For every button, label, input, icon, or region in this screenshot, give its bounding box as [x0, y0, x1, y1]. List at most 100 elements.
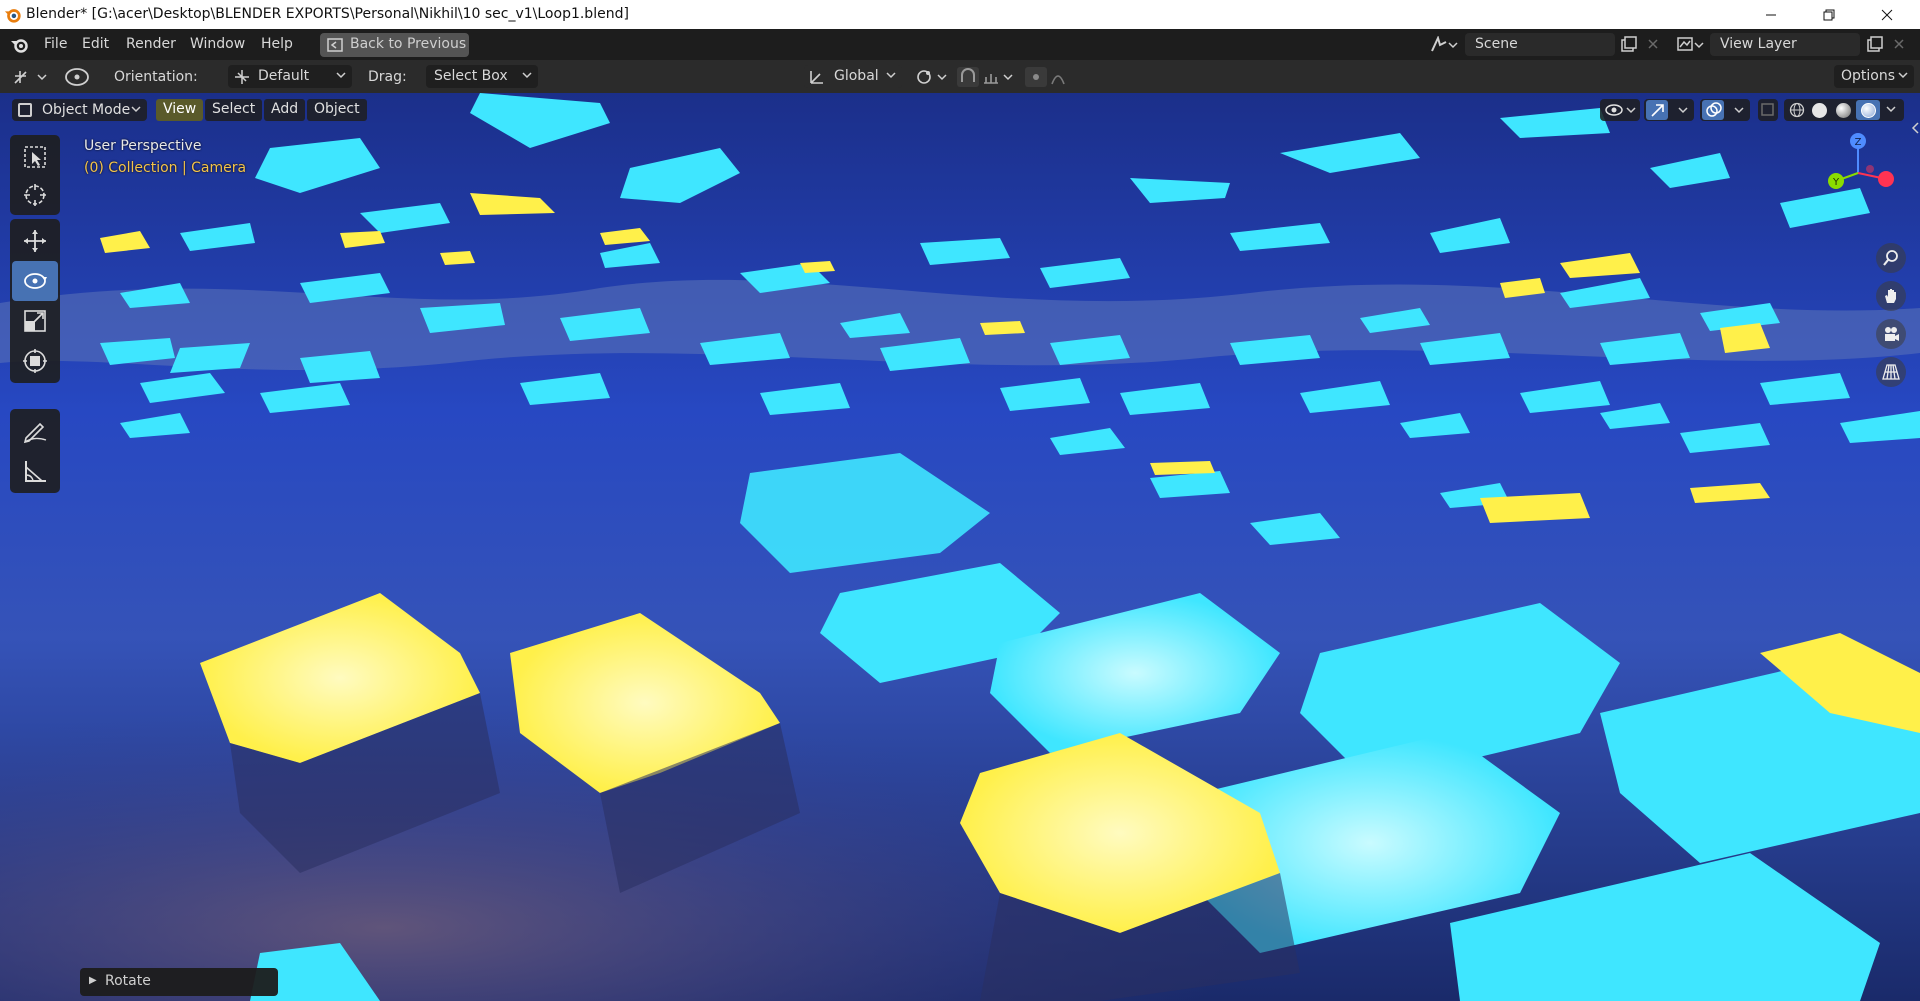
viewport-collection-label: (0) Collection | Camera [84, 160, 247, 176]
solid-shading-icon[interactable] [1812, 103, 1827, 118]
pivot-point-icon[interactable] [914, 67, 948, 87]
restore-button[interactable] [1806, 0, 1852, 29]
menu-window[interactable]: Window [190, 36, 245, 52]
close-icon [1881, 9, 1893, 20]
menu-file[interactable]: File [44, 36, 67, 52]
viewport-menu-view[interactable]: View [156, 99, 204, 121]
chevron-down-icon [522, 72, 532, 79]
viewport-menu-add[interactable]: Add [264, 99, 306, 121]
scale-icon [24, 310, 46, 332]
select-box-icon [24, 146, 46, 168]
last-operator-label: Rotate [105, 973, 151, 989]
editor-type-icon[interactable] [12, 68, 48, 86]
x-axis-handle[interactable] [1878, 171, 1894, 187]
options-dropdown[interactable]: Options [1834, 65, 1914, 88]
annotate-pencil-icon [23, 422, 47, 444]
3d-viewport[interactable]: Object Mode View Select Add Object User … [0, 93, 1920, 1001]
new-scene-icon[interactable] [1620, 36, 1638, 53]
chevron-down-icon [336, 72, 346, 79]
scene-selector-icon[interactable] [1430, 36, 1448, 53]
sidebar-expand-icon[interactable] [1910, 121, 1920, 135]
menu-render[interactable]: Render [126, 36, 176, 52]
global-axes-icon [810, 71, 823, 84]
scene-name: Scene [1475, 36, 1518, 52]
snap-toggle-icon[interactable] [956, 66, 980, 88]
orientation-dropdown[interactable]: Default [228, 65, 352, 88]
last-operator-panel[interactable]: ▶ Rotate [80, 968, 278, 996]
overlays-icon [1706, 102, 1744, 117]
transform-orientation-value: Global [834, 68, 879, 84]
chevron-down-icon [1898, 72, 1908, 79]
chevron-down-icon [1694, 42, 1704, 49]
select-box-tool[interactable] [12, 137, 58, 177]
chevron-down-icon[interactable] [1886, 106, 1896, 114]
rotate-tool[interactable] [12, 261, 58, 301]
snap-target-icon[interactable] [982, 67, 1014, 87]
visibility-dropdown[interactable] [1600, 99, 1640, 121]
measure-tool[interactable] [12, 451, 58, 491]
cursor-tool[interactable] [12, 175, 58, 215]
chevron-down-icon [131, 106, 141, 113]
y-axis-label: Y [1832, 177, 1840, 188]
close-button[interactable] [1864, 0, 1910, 29]
view-layer-field[interactable]: View Layer [1710, 33, 1860, 56]
camera-view-button[interactable] [1876, 319, 1906, 349]
orientation-value: Default [258, 68, 310, 84]
drag-dropdown[interactable]: Select Box [426, 65, 538, 88]
tool-settings-header: Orientation: Default Drag: Select Box Gl… [0, 60, 1920, 93]
transform-orientation-dropdown[interactable]: Global [804, 65, 902, 88]
camera-icon [1885, 327, 1899, 341]
expand-triangle-icon: ▶ [89, 975, 97, 986]
magnifier-icon [1883, 250, 1898, 266]
gizmo-toggle[interactable] [1644, 99, 1694, 121]
minimize-button[interactable] [1748, 0, 1794, 29]
viewport-render [0, 93, 1920, 1001]
wireframe-shading-icon[interactable] [1789, 102, 1805, 118]
window-title: Blender* [G:\acer\Desktop\BLENDER EXPORT… [26, 6, 629, 22]
overlays-toggle[interactable] [1700, 99, 1750, 121]
toolbar-annotate-group [10, 409, 60, 493]
menu-help[interactable]: Help [261, 36, 293, 52]
back-to-previous-label: Back to Previous [350, 36, 467, 52]
cursor-icon [24, 184, 46, 206]
toolbar-select-group [10, 135, 60, 215]
material-preview-icon[interactable] [1836, 103, 1851, 118]
object-mode-icon [18, 103, 32, 117]
move-tool[interactable] [12, 221, 58, 261]
neg-x-axis-handle[interactable] [1866, 165, 1874, 173]
annotate-tool[interactable] [12, 411, 58, 451]
pan-button[interactable] [1876, 281, 1906, 311]
shading-mode-buttons [1784, 99, 1904, 121]
zoom-button[interactable] [1876, 243, 1906, 273]
options-label: Options [1841, 68, 1896, 84]
back-to-previous-button[interactable]: Back to Previous [320, 33, 469, 57]
delete-view-layer-icon[interactable] [1890, 36, 1908, 53]
hand-icon [1885, 289, 1896, 303]
new-view-layer-icon[interactable] [1866, 36, 1884, 53]
drag-label: Drag: [368, 69, 407, 85]
object-mode-dropdown[interactable]: Object Mode [12, 99, 147, 121]
proportional-editing-icon[interactable] [1024, 66, 1074, 88]
perspective-toggle-button[interactable] [1876, 357, 1906, 387]
minimize-icon [1766, 14, 1776, 15]
restore-icon [1823, 9, 1835, 20]
scene-name-field[interactable]: Scene [1465, 33, 1615, 56]
viewport-menu-select[interactable]: Select [205, 99, 263, 121]
view-layer-name: View Layer [1720, 36, 1797, 52]
drag-value: Select Box [434, 68, 508, 84]
view-layer-icon[interactable] [1676, 36, 1694, 53]
xray-toggle[interactable] [1758, 99, 1778, 121]
rotate-tool-icon[interactable] [62, 65, 92, 89]
axis-gizmo[interactable]: Z Y [1814, 133, 1894, 203]
scale-tool[interactable] [12, 301, 58, 341]
viewport-menu-object[interactable]: Object [307, 99, 367, 121]
blender-menu-icon[interactable] [10, 35, 30, 55]
blender-logo-icon [4, 9, 21, 23]
transform-pivot-icon [235, 70, 249, 84]
rotate-icon [24, 273, 47, 289]
menu-edit[interactable]: Edit [82, 36, 109, 52]
delete-scene-icon[interactable] [1644, 36, 1662, 53]
window-titlebar: Blender* [G:\acer\Desktop\BLENDER EXPORT… [0, 0, 1920, 29]
toolbar-transform-group [10, 219, 60, 383]
transform-tool[interactable] [12, 341, 58, 381]
